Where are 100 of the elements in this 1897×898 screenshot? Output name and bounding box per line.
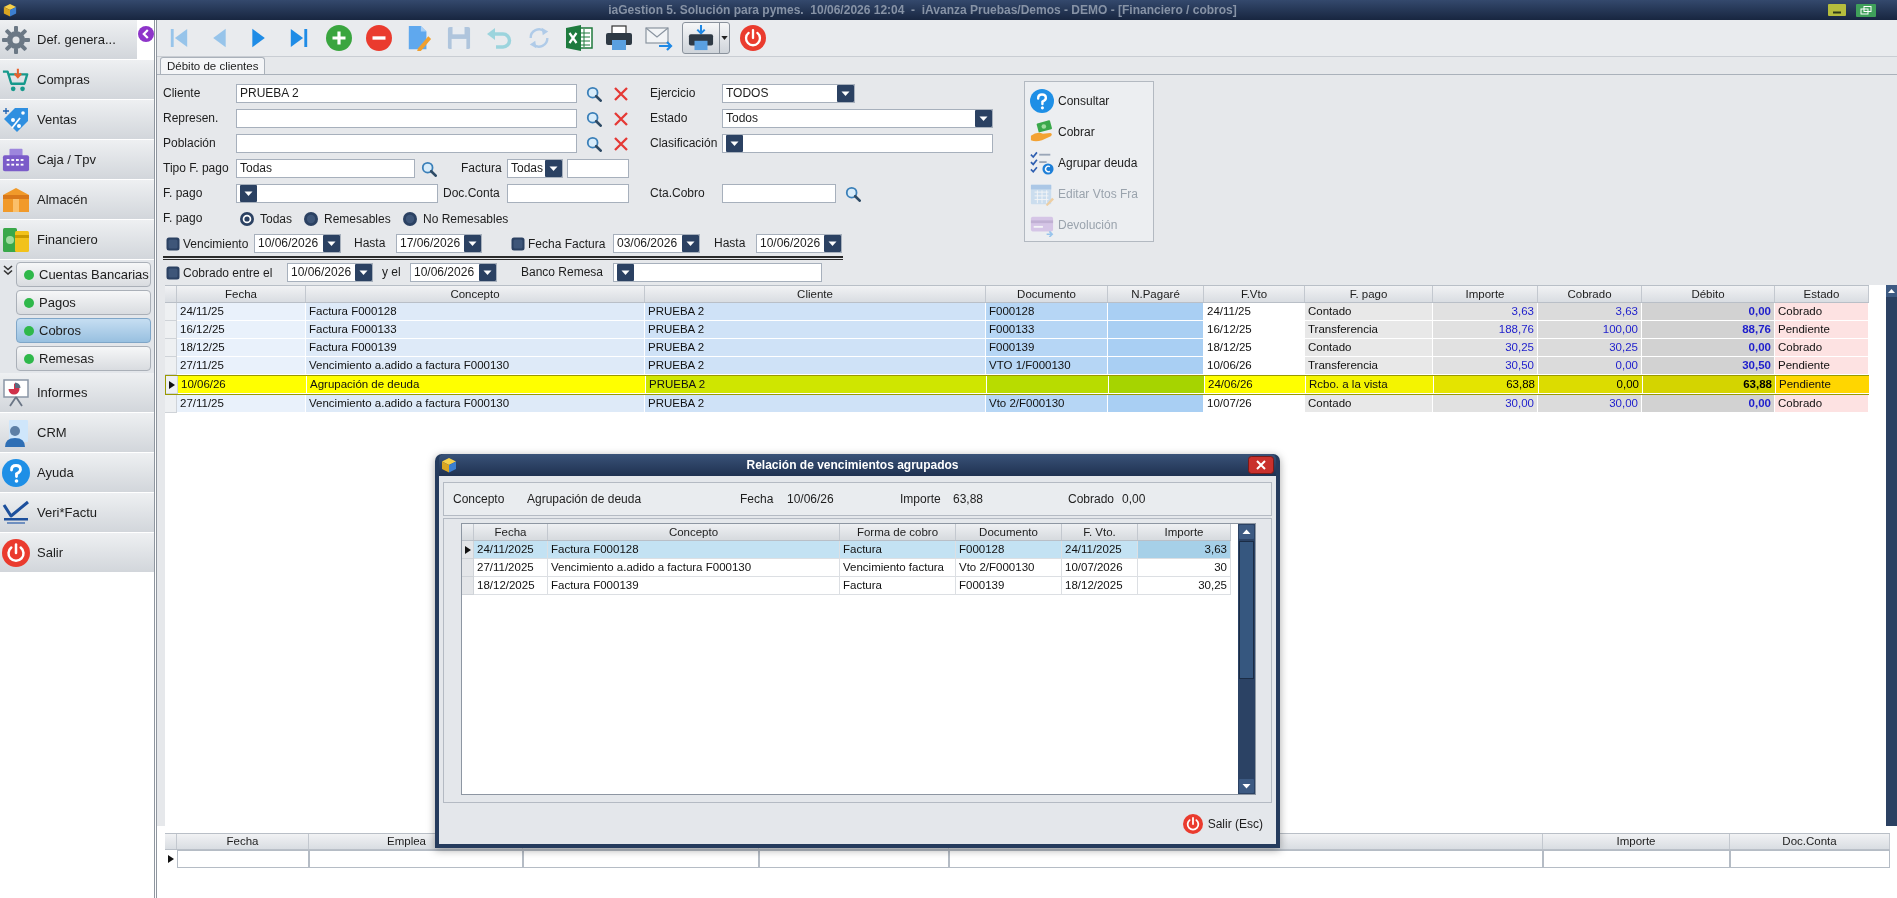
sidebar-item[interactable]: Caja / Tpv — [0, 140, 154, 180]
table-row[interactable]: 27/11/25 Vencimiento a.adido a factura F000130 PRUEBA 2 VTO 1/F000130 10/06/26 Transferencia 30,50 0,00 30,50 Pendiente — [165, 357, 1869, 375]
column-header[interactable]: Concepto — [548, 524, 840, 540]
column-header[interactable]: Documento — [956, 524, 1062, 540]
text-field[interactable] — [236, 134, 577, 153]
restore-icon[interactable] — [1856, 3, 1876, 17]
sidebar-item[interactable]: CRM — [0, 413, 154, 453]
clear-icon[interactable] — [614, 136, 628, 151]
action-button[interactable]: Consultar — [1030, 85, 1153, 116]
vertical-scrollbar[interactable] — [1886, 285, 1897, 826]
column-header[interactable]: Importe — [1138, 524, 1231, 540]
row-header-cell[interactable] — [166, 376, 178, 394]
scroll-up-icon[interactable] — [1886, 285, 1897, 297]
text-field[interactable] — [722, 184, 836, 203]
checkbox-option[interactable]: Fecha Factura — [511, 234, 613, 253]
sidebar-item[interactable]: Almacén — [0, 180, 154, 220]
column-header[interactable]: Débito — [1642, 286, 1775, 302]
column-header[interactable]: Fecha — [226, 834, 259, 849]
date-field[interactable]: 10/06/2026 — [410, 263, 497, 282]
row-header-cell[interactable] — [462, 559, 474, 577]
search-icon[interactable] — [586, 135, 602, 152]
column-header[interactable]: Emplea — [387, 834, 426, 849]
exit-button[interactable]: Salir (Esc) — [1179, 810, 1266, 837]
search-icon[interactable] — [421, 160, 437, 177]
clear-icon[interactable] — [614, 86, 628, 101]
sidebar-item[interactable]: Informes — [0, 373, 154, 413]
tab[interactable]: Débito de clientes — [160, 57, 266, 74]
column-header[interactable]: F.Vto — [1204, 286, 1305, 302]
text-field[interactable] — [507, 184, 629, 203]
print-menu-button[interactable] — [682, 22, 730, 54]
checkbox-icon[interactable] — [511, 236, 525, 251]
submenu-item[interactable]: Remesas — [16, 346, 151, 371]
row-header-cell[interactable] — [165, 357, 177, 375]
radio-icon[interactable] — [403, 211, 417, 226]
column-header[interactable]: Documento — [986, 286, 1108, 302]
submenu-item[interactable]: Pagos — [16, 290, 151, 315]
row-header-cell[interactable] — [462, 577, 474, 595]
column-header[interactable]: Cobrado — [1538, 286, 1642, 302]
sidebar-item[interactable]: Salir — [0, 533, 154, 573]
submenu-item[interactable]: Cobros — [16, 318, 151, 343]
column-header[interactable]: Doc.Conta — [1782, 834, 1837, 849]
sidebar-item[interactable]: Ventas — [0, 100, 154, 140]
search-icon[interactable] — [586, 110, 602, 127]
clear-icon[interactable] — [614, 111, 628, 126]
scroll-up-icon[interactable] — [1239, 525, 1254, 539]
row-header-cell[interactable] — [165, 395, 177, 413]
dropdown-field[interactable]: Todos — [722, 109, 993, 128]
column-header[interactable]: Importe — [1433, 286, 1538, 302]
close-icon[interactable] — [1248, 456, 1274, 474]
table-row[interactable]: 24/11/25 Factura F000128 PRUEBA 2 F000128 24/11/25 Contado 3,63 3,63 0,00 Cobrado — [165, 303, 1869, 321]
text-field[interactable]: PRUEBA 2 — [236, 84, 577, 103]
radio-icon[interactable] — [304, 211, 318, 226]
column-header[interactable]: Concepto — [306, 286, 645, 302]
checkbox-icon[interactable] — [166, 236, 180, 251]
dropdown-field[interactable] — [613, 263, 822, 282]
vertical-scrollbar[interactable] — [1238, 524, 1255, 794]
row-header-cell[interactable] — [165, 321, 177, 339]
column-header[interactable]: F. pago — [1305, 286, 1433, 302]
radio-icon[interactable] — [240, 211, 254, 226]
dropdown-field[interactable] — [722, 134, 993, 153]
table-row[interactable]: 18/12/25 Factura F000139 PRUEBA 2 F000139 18/12/25 Contado 30,25 30,25 0,00 Cobrado — [165, 339, 1869, 357]
date-field[interactable]: 10/06/2026 — [287, 263, 373, 282]
text-field[interactable] — [567, 159, 629, 178]
date-field[interactable]: 10/06/2026 — [756, 234, 842, 253]
column-header[interactable]: Fecha — [474, 524, 548, 540]
sidebar-item[interactable]: Veri*Factu — [0, 493, 154, 533]
radio-option[interactable]: Todas — [240, 209, 304, 228]
sidebar-item[interactable]: Compras — [0, 60, 154, 100]
sidebar-item[interactable]: Def. genera... — [0, 20, 137, 60]
date-field[interactable]: 03/06/2026 — [613, 234, 700, 253]
column-header[interactable]: Estado — [1775, 286, 1869, 302]
column-header[interactable]: N.Pagaré — [1108, 286, 1204, 302]
action-button[interactable]: Agrupar deuda — [1030, 147, 1153, 178]
table-row[interactable]: 27/11/25 Vencimiento a.adido a factura F000130 PRUEBA 2 Vto 2/F000130 10/07/26 Contado 30,00 30,00 0,00 Cobrado — [165, 395, 1869, 413]
column-header[interactable]: F. Vto. — [1062, 524, 1138, 540]
scrollbar-thumb[interactable] — [1239, 541, 1254, 679]
checkbox-option[interactable]: Cobrado entre el — [166, 263, 287, 282]
table-row[interactable]: 24/11/2025 Factura F000128 Factura F000128 24/11/2025 3,63 — [462, 541, 1231, 559]
text-field[interactable] — [236, 109, 577, 128]
checkbox-option[interactable]: Vencimiento — [166, 234, 254, 253]
row-header-cell[interactable] — [165, 339, 177, 357]
table-row[interactable]: 16/12/25 Factura F000133 PRUEBA 2 F000133 16/12/25 Transferencia 188,76 100,00 88,76 Pendiente — [165, 321, 1869, 339]
column-header[interactable]: Cliente — [645, 286, 986, 302]
dropdown-field[interactable]: Todas — [507, 159, 563, 178]
row-header-cell[interactable] — [462, 541, 474, 559]
checkbox-icon[interactable] — [166, 265, 180, 280]
text-field[interactable]: Todas — [236, 159, 415, 178]
sidebar-item[interactable]: Ayuda — [0, 453, 154, 493]
table-row[interactable]: 27/11/2025 Vencimiento a.adido a factura F000130 Vencimiento factura Vto 2/F000130 10/07/2026 30 — [462, 559, 1231, 577]
table-row[interactable]: 18/12/2025 Factura F000139 Factura F000139 18/12/2025 30,25 — [462, 577, 1231, 595]
date-field[interactable]: 17/06/2026 — [396, 234, 482, 253]
radio-option[interactable]: No Remesables — [403, 209, 513, 228]
search-icon[interactable] — [586, 85, 602, 102]
minimize-icon[interactable] — [1828, 4, 1846, 16]
column-header[interactable]: Fecha — [177, 286, 306, 302]
scroll-down-icon[interactable] — [1239, 779, 1254, 793]
double-chevron-down-icon[interactable] — [3, 265, 13, 275]
row-header-cell[interactable] — [165, 303, 177, 321]
submenu-item[interactable]: Cuentas Bancarias — [16, 262, 151, 287]
sidebar-item[interactable]: Financiero — [0, 220, 154, 260]
